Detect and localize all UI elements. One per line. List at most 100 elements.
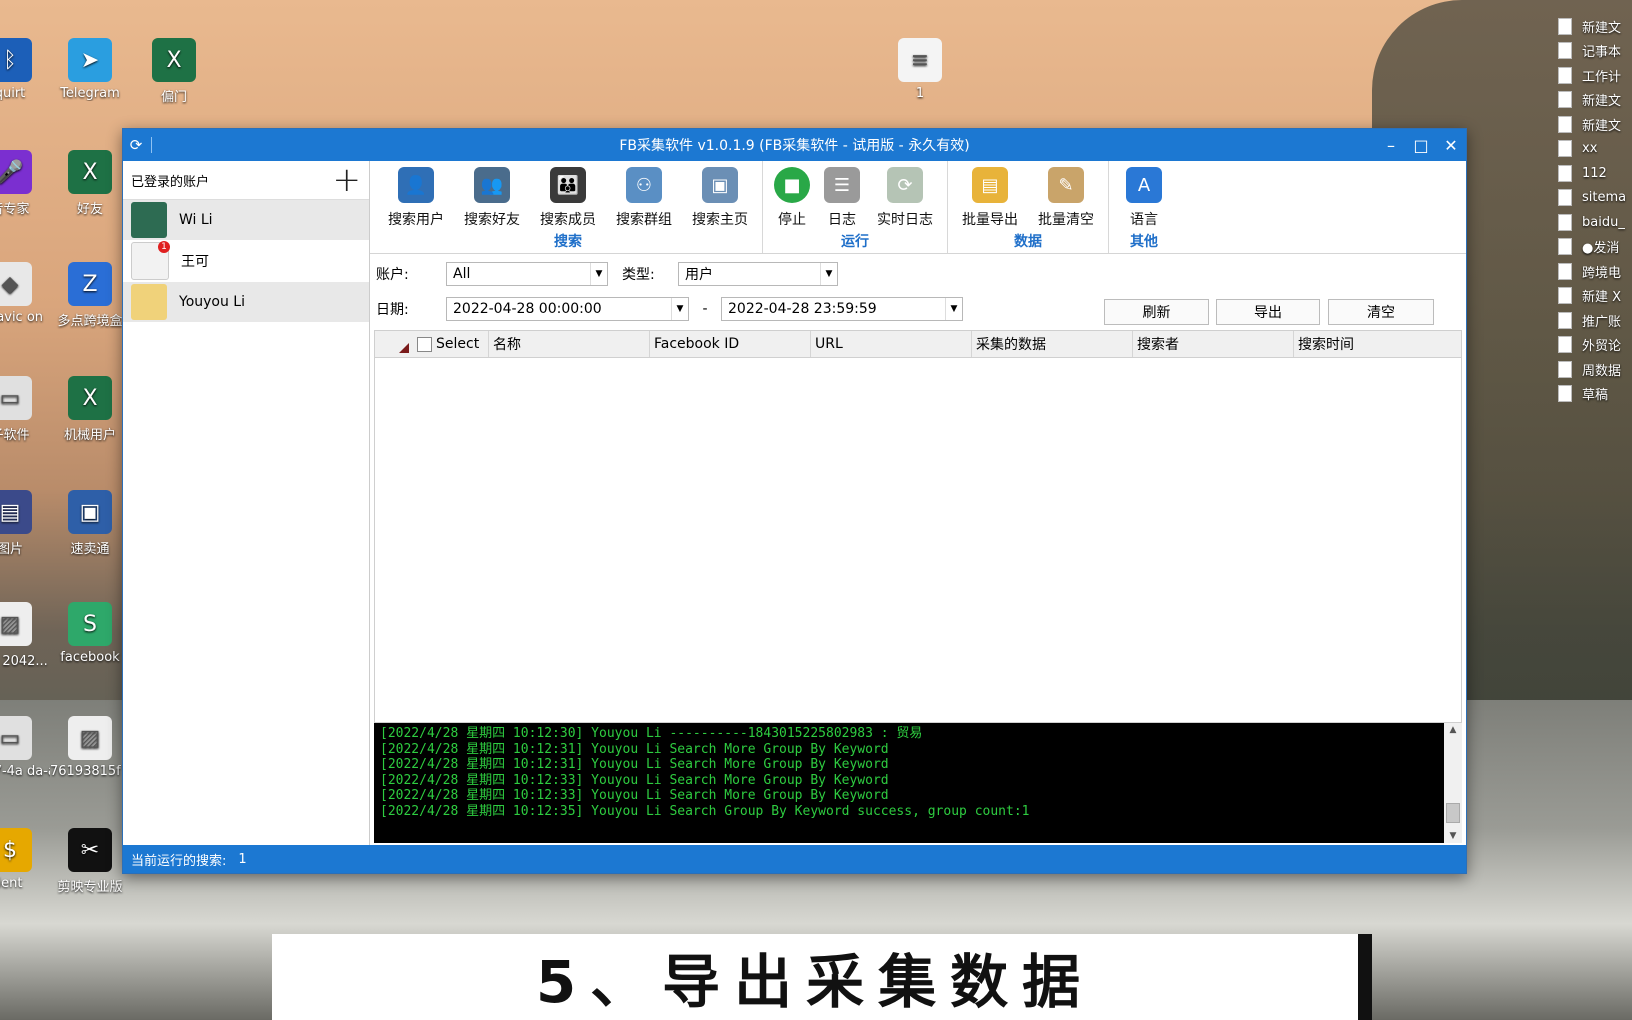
table-body[interactable] [375,358,1461,722]
desktop-icon[interactable]: ✂ 剪映专业版 [50,828,130,895]
desktop-file-item[interactable]: 112 [1558,161,1632,186]
desktop-icon[interactable]: X 好友 [50,150,130,217]
log-line: [2022/4/28 星期四 10:12:33] Youyou Li Searc… [380,772,889,788]
desktop-file-item[interactable]: 新建文 [1558,88,1632,113]
column-header-name[interactable]: 名称 [489,331,650,357]
date-separator: - [702,301,708,317]
chevron-down-icon: ▼ [671,298,688,320]
desktop-icon[interactable]: ᛒ quirt [0,38,50,101]
date-filter-label: 日期: [376,302,409,318]
search-homepage-button[interactable]: ▣ 搜索主页 [682,161,758,229]
batch-export-button[interactable]: ▤ 批量导出 [952,161,1028,229]
button-label: 实时日志 [877,212,933,228]
refresh-button[interactable]: 刷新 [1104,299,1209,325]
button-label: 搜索群组 [616,212,672,228]
desktop-icon[interactable]: ▨ 图片 2042... [0,602,50,669]
clear-button[interactable]: 清空 [1328,299,1434,325]
desktop-file-item[interactable]: baidu_ [1558,210,1632,235]
desktop-icon[interactable]: X 偏门 [134,38,214,105]
search-members-button[interactable]: 👪 搜索成员 [530,161,606,229]
date-to-picker[interactable]: 2022-04-28 23:59:59 ▼ [721,297,963,321]
desktop-icon[interactable]: Z 多点跨境盒 [50,262,130,329]
image-icon: ▨ [0,602,32,646]
column-header-collected-data[interactable]: 采集的数据 [972,331,1133,357]
desktop-icon[interactable]: ▭ 子软件 [0,376,50,443]
log-scrollbar[interactable]: ▲ ▼ [1444,723,1462,843]
desktop-icon[interactable]: Sfacebook [50,602,130,665]
account-item-youyou-li[interactable]: Youyou Li [123,282,369,323]
desktop-icon[interactable]: ▭ 3c37-4a da-af... [0,716,50,779]
column-header-facebook-id[interactable]: Facebook ID [650,331,811,357]
desktop-icon[interactable]: ➤ Telegram [50,38,130,101]
close-button[interactable]: ✕ [1436,129,1466,161]
file-name: 推广账 [1582,314,1622,330]
desktop-file-item[interactable]: 工作计 [1558,63,1632,88]
book-icon: ▤ [0,490,32,534]
search-groups-button[interactable]: ⚇ 搜索群组 [606,161,682,229]
desktop-file-item[interactable]: 推广账 [1558,308,1632,333]
type-select[interactable]: 用户 ▼ [678,262,838,286]
sheet-icon: S [68,602,112,646]
desktop-file-item[interactable]: ●发消 [1558,235,1632,260]
log-button[interactable]: ☰ 日志 [817,161,867,229]
scroll-down-icon[interactable]: ▼ [1444,831,1462,841]
add-account-button[interactable]: + [333,163,362,197]
maximize-button[interactable]: □ [1406,129,1436,161]
desktop-file-item[interactable]: 外贸论 [1558,333,1632,358]
desktop-icon-label: facebook [60,650,120,665]
button-label: 批量清空 [1038,212,1094,228]
batch-clear-button[interactable]: ✎ 批量清空 [1028,161,1104,229]
minimize-button[interactable]: – [1376,129,1406,161]
stop-button[interactable]: ■ 停止 [767,161,817,229]
account-filter-label: 账户: [376,267,409,283]
ribbon-group-other: A 语言 其他 [1109,161,1179,253]
desktop-icon[interactable]: ≡ 1 [880,38,960,101]
search-user-button[interactable]: 👤 搜索用户 [378,161,454,229]
desktop-file-item[interactable]: sitema [1558,186,1632,211]
desktop-file-item[interactable]: 周数据 [1558,357,1632,382]
chevron-down-icon: ▼ [820,263,837,285]
desktop-icon[interactable]: ▣ 速卖通 [50,490,130,557]
export-button[interactable]: 导出 [1216,299,1320,325]
account-item-wang-ke[interactable]: 1 王可 [123,241,369,282]
desktop-icon[interactable]: $ ient [0,828,50,891]
language-button[interactable]: A 语言 [1113,161,1175,229]
scroll-up-icon[interactable]: ▲ [1444,725,1462,735]
select-all-column[interactable]: Select [413,331,489,357]
microphone-icon: 🎤 [0,150,32,194]
account-item-wi-li[interactable]: Wi Li [123,200,369,241]
desktop-file-item[interactable]: 新建文 [1558,14,1632,39]
desktop-icon[interactable]: ▨ 76193815f 97c34dd96 [50,716,130,779]
column-header-url[interactable]: URL [811,331,972,357]
button-label: 批量导出 [962,212,1018,228]
realtime-log-button[interactable]: ⟳ 实时日志 [867,161,943,229]
desktop-icon[interactable]: ◆ g_favic on [0,262,50,325]
date-from-picker[interactable]: 2022-04-28 00:00:00 ▼ [446,297,689,321]
desktop-icon[interactable]: ▤ 图片 [0,490,50,557]
desktop-file-item[interactable]: 记事本 [1558,39,1632,64]
title-bar[interactable]: ⟳ FB采集软件 v1.0.1.9 (FB采集软件 - 试用版 - 永久有效) … [123,129,1466,161]
button-label: 搜索好友 [464,212,520,228]
search-friends-button[interactable]: 👥 搜索好友 [454,161,530,229]
log-lines[interactable]: [2022/4/28 星期四 10:12:30] Youyou Li -----… [374,723,1444,843]
desktop-file-item[interactable]: xx [1558,137,1632,162]
column-header-searcher[interactable]: 搜索者 [1133,331,1294,357]
desktop-file-item[interactable]: 跨境电 [1558,259,1632,284]
desktop-file-item[interactable]: 新建 X [1558,284,1632,309]
column-header-search-time[interactable]: 搜索时间 [1294,331,1461,357]
type-filter-label: 类型: [622,267,655,283]
notification-badge: 1 [158,241,170,253]
desktop-icon-label: ient [0,876,23,891]
group-label-search: 搜索 [554,234,582,250]
app-refresh-icon[interactable]: ⟳ [123,136,149,154]
select-all-checkbox[interactable] [417,336,432,352]
translate-icon: A [1126,167,1162,203]
date-from-value: 2022-04-28 00:00:00 [453,301,602,317]
file-name: 新建文 [1582,118,1622,134]
desktop-file-item[interactable]: 草稿 [1558,382,1632,407]
desktop-icon[interactable]: X 机械用户 [50,376,130,443]
desktop-file-item[interactable]: 新建文 [1558,112,1632,137]
desktop-icon[interactable]: 🎤 音专家 [0,150,50,217]
account-select[interactable]: All ▼ [446,262,608,286]
scroll-thumb[interactable] [1446,803,1460,823]
